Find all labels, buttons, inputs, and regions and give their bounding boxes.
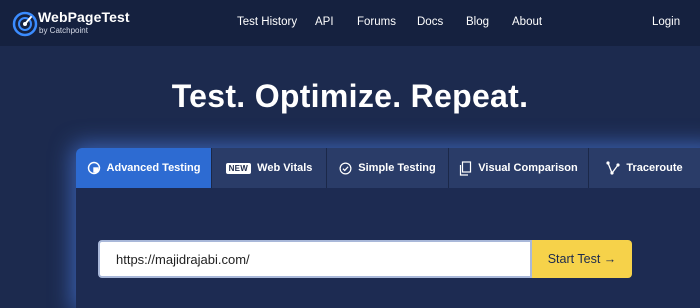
nav-docs[interactable]: Docs xyxy=(417,16,443,28)
traceroute-icon xyxy=(606,161,620,175)
documents-icon xyxy=(460,160,472,176)
check-circle-icon xyxy=(339,162,352,174)
tab-advanced-testing[interactable]: Advanced Testing xyxy=(76,148,212,188)
brand-subtitle: by Catchpoint xyxy=(39,26,88,35)
nav-test-history[interactable]: Test History xyxy=(237,16,297,28)
tab-label: Visual Comparison xyxy=(478,162,578,174)
nav-blog[interactable]: Blog xyxy=(466,16,489,28)
new-badge: NEW xyxy=(225,162,252,174)
start-test-button[interactable]: Start Test → xyxy=(532,240,632,278)
nav-about[interactable]: About xyxy=(512,16,542,28)
tab-label: Advanced Testing xyxy=(106,162,201,174)
top-navigation-bar: WebPageTest by Catchpoint Test History A… xyxy=(0,0,700,46)
tab-visual-comparison[interactable]: Visual Comparison xyxy=(449,148,589,188)
hero-title: Test. Optimize. Repeat. xyxy=(171,78,529,114)
login-link[interactable]: Login xyxy=(652,16,680,28)
url-input[interactable] xyxy=(98,240,532,278)
webpagetest-logo-icon[interactable] xyxy=(10,9,40,39)
nav-forums[interactable]: Forums xyxy=(357,16,396,28)
advanced-testing-icon xyxy=(87,161,100,175)
test-type-tabs: Advanced Testing NEW Web Vitals Simple T… xyxy=(76,148,700,188)
tab-label: Web Vitals xyxy=(257,162,313,174)
tab-traceroute[interactable]: Traceroute xyxy=(589,148,700,188)
tab-simple-testing[interactable]: Simple Testing xyxy=(327,148,449,188)
tab-label: Simple Testing xyxy=(358,162,436,174)
nav-api[interactable]: API xyxy=(315,16,334,28)
tab-web-vitals[interactable]: NEW Web Vitals xyxy=(212,148,327,188)
tab-label: Traceroute xyxy=(626,162,683,174)
brand-name[interactable]: WebPageTest xyxy=(38,9,130,25)
